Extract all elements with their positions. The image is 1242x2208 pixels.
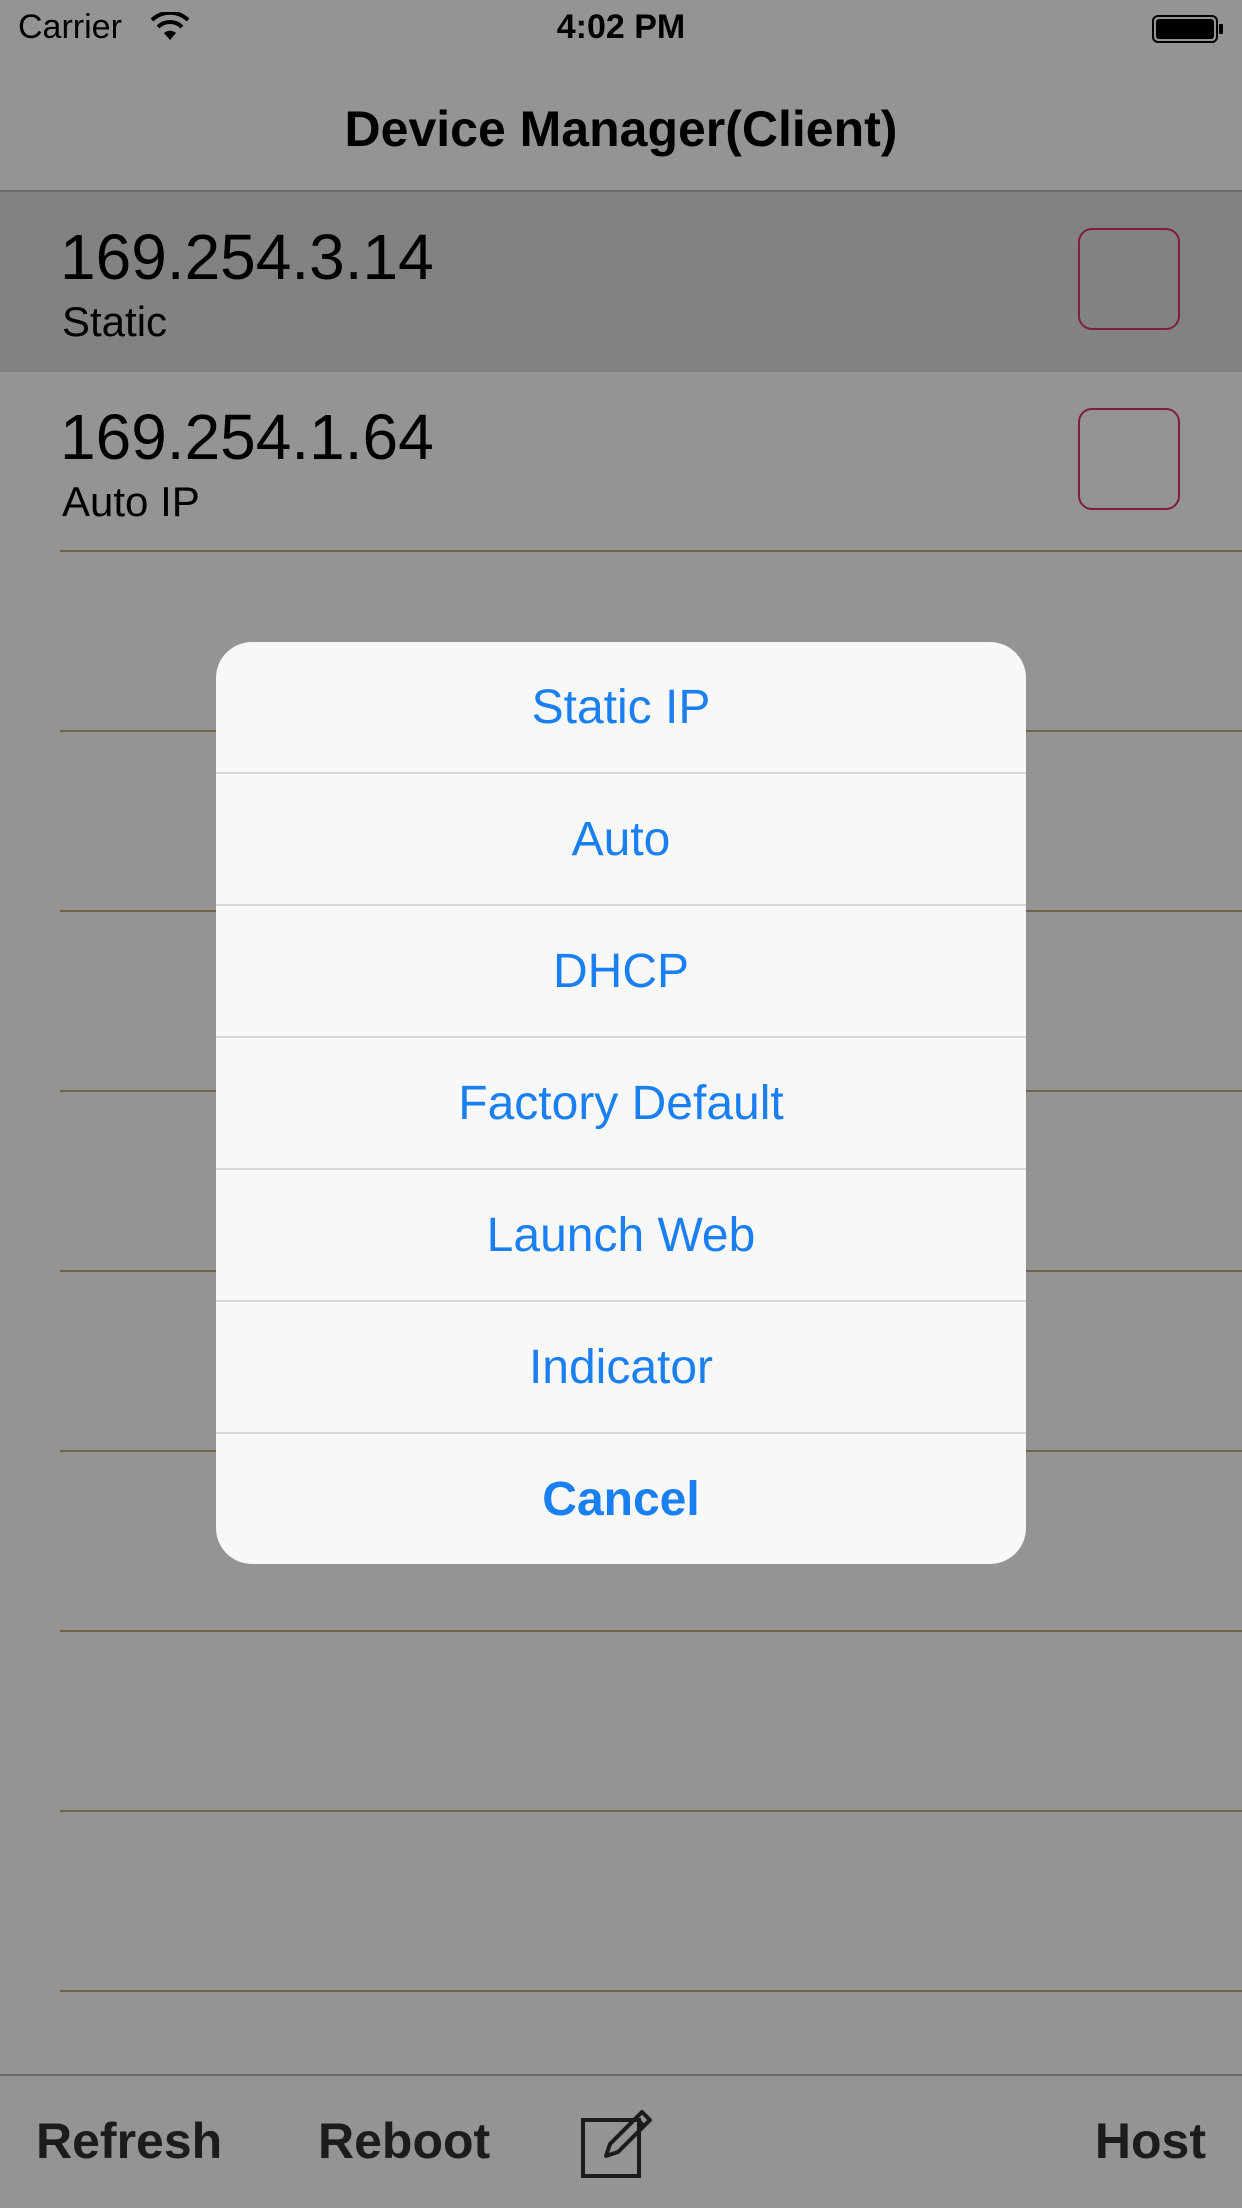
- auto-option[interactable]: Auto: [216, 774, 1026, 906]
- indicator-option[interactable]: Indicator: [216, 1302, 1026, 1434]
- cancel-button[interactable]: Cancel: [216, 1434, 1026, 1564]
- launch-web-option[interactable]: Launch Web: [216, 1170, 1026, 1302]
- factory-default-option[interactable]: Factory Default: [216, 1038, 1026, 1170]
- action-alert: Static IP Auto DHCP Factory Default Laun…: [216, 642, 1026, 1564]
- static-ip-option[interactable]: Static IP: [216, 642, 1026, 774]
- dhcp-option[interactable]: DHCP: [216, 906, 1026, 1038]
